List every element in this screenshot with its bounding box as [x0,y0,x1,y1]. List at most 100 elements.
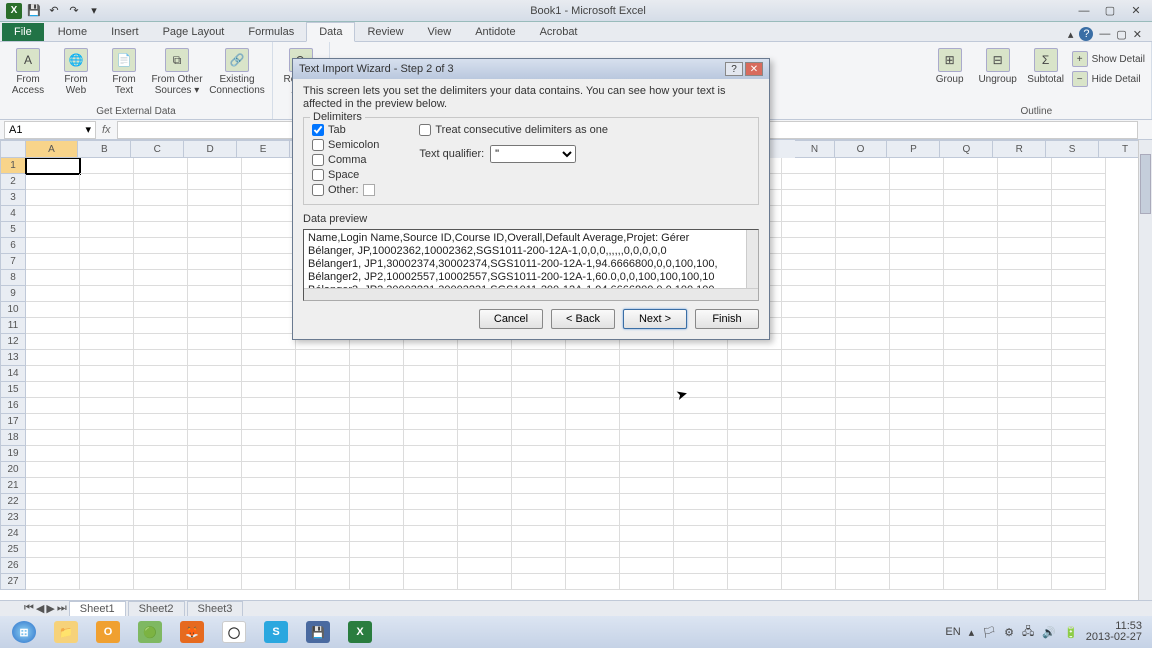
cell[interactable] [404,574,458,590]
cell[interactable] [944,270,998,286]
cell[interactable] [80,238,134,254]
cell[interactable] [944,382,998,398]
cell[interactable] [26,494,80,510]
cell[interactable] [80,318,134,334]
cell[interactable] [566,494,620,510]
cell[interactable] [998,222,1052,238]
cell[interactable] [836,510,890,526]
cell[interactable] [188,190,242,206]
cell[interactable] [890,334,944,350]
cell[interactable] [782,382,836,398]
cell[interactable] [944,414,998,430]
cell[interactable] [782,190,836,206]
cell[interactable] [188,254,242,270]
flag-icon[interactable]: 🏳 [982,626,996,639]
col-header[interactable]: C [131,140,184,158]
cell[interactable] [296,382,350,398]
cell[interactable] [188,398,242,414]
cell[interactable] [1052,270,1106,286]
cell[interactable] [944,542,998,558]
cell[interactable] [890,190,944,206]
file-tab[interactable]: File [2,23,44,41]
cell[interactable] [890,398,944,414]
col-header[interactable]: D [184,140,237,158]
cell[interactable] [620,430,674,446]
cell[interactable] [836,222,890,238]
row-header[interactable]: 17 [0,414,26,430]
cell[interactable] [1052,398,1106,414]
cell[interactable] [512,558,566,574]
cell[interactable] [350,574,404,590]
cell[interactable] [242,398,296,414]
cell[interactable] [944,206,998,222]
cell[interactable] [998,366,1052,382]
cell[interactable] [836,254,890,270]
cell[interactable] [944,430,998,446]
cell[interactable] [26,478,80,494]
cell[interactable] [782,158,836,174]
cell[interactable] [782,430,836,446]
cell[interactable] [998,526,1052,542]
cell[interactable] [1052,350,1106,366]
workbook-close-icon[interactable]: ✕ [1133,28,1142,41]
cell[interactable] [242,190,296,206]
col-header[interactable]: E [237,140,290,158]
name-box[interactable]: A1▾ [4,121,96,139]
cell[interactable] [1052,558,1106,574]
cell[interactable] [296,398,350,414]
cell[interactable] [890,414,944,430]
cell[interactable] [836,414,890,430]
row-header[interactable]: 25 [0,542,26,558]
start-button[interactable]: ⊞ [4,619,44,645]
cell[interactable] [350,558,404,574]
cell[interactable] [1052,222,1106,238]
cell[interactable] [350,382,404,398]
cell[interactable] [404,382,458,398]
cell[interactable] [836,334,890,350]
tab-data[interactable]: Data [306,22,355,42]
cell[interactable] [80,430,134,446]
cell[interactable] [134,190,188,206]
col-header[interactable]: P [887,140,940,158]
cell[interactable] [350,462,404,478]
cell[interactable] [134,318,188,334]
cell[interactable] [728,430,782,446]
cell[interactable] [242,302,296,318]
cell[interactable] [26,542,80,558]
cell[interactable] [134,174,188,190]
cell[interactable] [242,318,296,334]
cell[interactable] [188,574,242,590]
cell[interactable] [998,462,1052,478]
cell[interactable] [944,286,998,302]
cell[interactable] [998,270,1052,286]
cell[interactable] [620,382,674,398]
cell[interactable] [620,462,674,478]
firefox-task[interactable]: 🦊 [172,619,212,645]
cell[interactable] [728,462,782,478]
cell[interactable] [620,542,674,558]
cell[interactable] [80,206,134,222]
row-header[interactable]: 21 [0,478,26,494]
cell[interactable] [998,190,1052,206]
cell[interactable] [944,366,998,382]
cell[interactable] [944,526,998,542]
cell[interactable] [566,478,620,494]
cell[interactable] [674,526,728,542]
dialog-titlebar[interactable]: Text Import Wizard - Step 2 of 3 ? ✕ [293,59,769,79]
cell[interactable] [728,494,782,510]
skype-task[interactable]: S [256,619,296,645]
cell[interactable] [350,414,404,430]
cell[interactable] [566,558,620,574]
cell[interactable] [458,558,512,574]
cell[interactable] [782,414,836,430]
cell[interactable] [674,446,728,462]
cell[interactable] [188,494,242,510]
cell[interactable] [782,462,836,478]
vertical-scrollbar[interactable] [1138,140,1152,600]
cell[interactable] [458,494,512,510]
cell[interactable] [26,350,80,366]
cell[interactable] [296,510,350,526]
cell[interactable] [674,494,728,510]
cell[interactable] [188,270,242,286]
cell[interactable] [134,286,188,302]
